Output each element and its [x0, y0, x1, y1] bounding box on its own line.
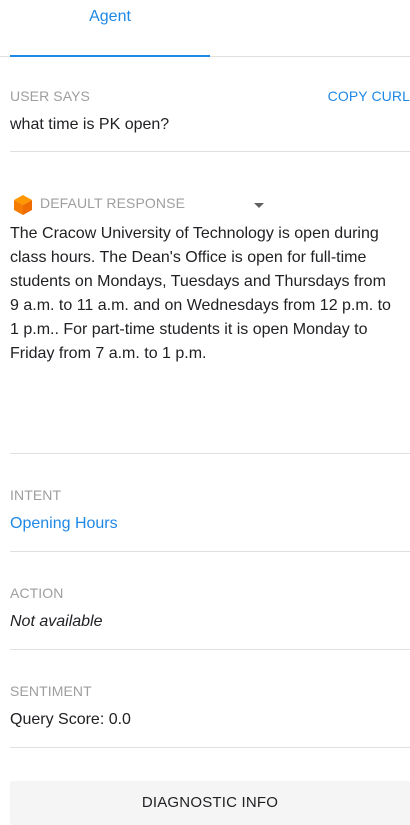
- tab-active-indicator: [10, 55, 210, 57]
- divider: [10, 649, 410, 650]
- sentiment-section: SENTIMENT Query Score: 0.0: [10, 683, 410, 743]
- diagnostic-info-label: DIAGNOSTIC INFO: [141, 794, 279, 811]
- intent-label: INTENT: [10, 487, 62, 503]
- response-header: DEFAULT RESPONSE: [10, 192, 410, 218]
- action-label: ACTION: [10, 585, 64, 601]
- default-response-section: DEFAULT RESPONSE The Cracow University o…: [10, 192, 410, 366]
- user-says-section: USER SAYS COPY CURL what time is PK open…: [10, 88, 410, 150]
- tab-bar: Agent: [0, 0, 410, 57]
- tab-agent[interactable]: Agent: [10, 0, 210, 57]
- sentiment-label: SENTIMENT: [10, 683, 92, 699]
- orange-cube-icon: [13, 194, 33, 216]
- divider: [10, 151, 410, 152]
- divider: [10, 453, 410, 454]
- intent-link[interactable]: Opening Hours: [10, 515, 118, 533]
- action-section: ACTION Not available: [10, 585, 410, 645]
- copy-curl-button[interactable]: COPY CURL: [328, 88, 410, 104]
- action-value: Not available: [10, 613, 103, 630]
- tab-agent-label: Agent: [89, 8, 131, 25]
- default-response-text: The Cracow University of Technology is o…: [10, 225, 391, 362]
- caret-down-icon: [254, 203, 264, 208]
- user-query-text: what time is PK open?: [10, 116, 170, 133]
- diagnostic-info-button[interactable]: DIAGNOSTIC INFO: [10, 781, 410, 825]
- response-dropdown[interactable]: [248, 196, 272, 216]
- divider: [10, 747, 410, 748]
- sentiment-value: Query Score: 0.0: [10, 711, 131, 728]
- default-response-label: DEFAULT RESPONSE: [40, 195, 186, 211]
- divider: [10, 551, 410, 552]
- intent-section: INTENT Opening Hours: [10, 487, 410, 547]
